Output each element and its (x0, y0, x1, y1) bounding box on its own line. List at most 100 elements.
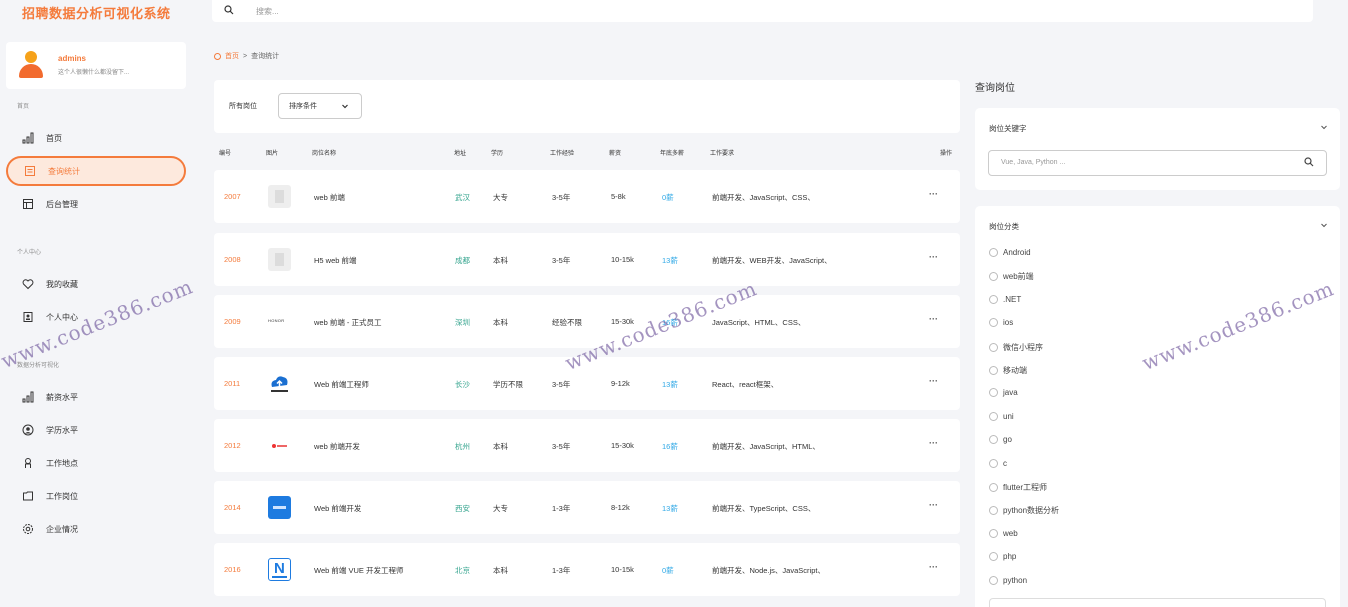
more-actions-button[interactable]: ··· (929, 500, 938, 510)
company-logo (268, 248, 291, 271)
bar-chart-icon (22, 391, 34, 403)
section-label-personal: 个人中心 (17, 250, 42, 256)
category-option[interactable]: Android (989, 248, 1031, 257)
row-address: 成都 (455, 256, 470, 265)
radio-button[interactable] (989, 411, 998, 421)
sidebar-item-admin[interactable]: 后台管理 (6, 189, 186, 219)
category-option[interactable]: web前端 (989, 271, 1034, 282)
sidebar-item-location[interactable]: 工作地点 (6, 448, 186, 478)
table-row[interactable]: 2014 Web 前端开发 西安 大专 1-3年 8-12k 13薪 前端开发、TypeScr… (214, 481, 960, 534)
more-actions-button[interactable]: ··· (929, 376, 938, 386)
sidebar-item-positions[interactable]: 工作岗位 (6, 481, 186, 511)
search-input[interactable]: 搜索... (256, 6, 279, 17)
category-option[interactable]: go (989, 435, 1012, 445)
row-address: 北京 (455, 566, 470, 575)
breadcrumb-home[interactable]: 首页 (225, 51, 239, 61)
row-education: 大专 (493, 504, 508, 513)
row-id: 2016 (224, 565, 241, 574)
row-education: 学历不限 (493, 380, 523, 389)
right-panel-title: 查询岗位 (975, 83, 1015, 94)
row-education: 本科 (493, 442, 508, 451)
search-icon[interactable] (224, 5, 234, 17)
category-option[interactable]: 移动端 (989, 365, 1027, 376)
chevron-down-icon[interactable] (1320, 221, 1328, 231)
sidebar-item-salary[interactable]: 薪资水平 (6, 382, 186, 412)
bar-chart-icon (22, 132, 34, 144)
more-actions-button[interactable]: ··· (929, 189, 938, 199)
sort-dropdown[interactable]: 排序条件 (278, 93, 362, 119)
radio-button[interactable] (989, 528, 998, 538)
row-bonus: 13薪 (662, 256, 678, 265)
category-option[interactable]: .NET (989, 294, 1021, 304)
category-option[interactable]: python (989, 575, 1027, 585)
table-row[interactable]: 2007 web 前端 武汉 大专 3-5年 5-8k 0薪 前端开发、JavaScript、… (214, 170, 960, 223)
category-option[interactable]: java (989, 388, 1018, 398)
category-option[interactable]: uni (989, 411, 1014, 421)
sidebar-item-home[interactable]: 首页 (6, 123, 186, 153)
col-header-experience: 工作经验 (550, 151, 575, 157)
col-header-actions: 操作 (940, 151, 953, 157)
table-row[interactable]: 2012 web 前端开发 杭州 本科 3-5年 15-30k 16薪 前端开发、JavaSc… (214, 419, 960, 472)
category-option[interactable]: 微信小程序 (989, 342, 1043, 353)
category-card: 岗位分类 Android web前端 .NET ios 微信小程序移动端 java uni g… (975, 206, 1340, 607)
category-option[interactable]: flutter工程师 (989, 482, 1047, 493)
row-salary: 8-12k (611, 503, 630, 512)
category-option[interactable]: python数据分析 (989, 505, 1059, 516)
more-actions-button[interactable]: ··· (929, 562, 938, 572)
category-label: c (1003, 458, 1007, 468)
radio-button[interactable] (989, 483, 998, 492)
more-actions-button[interactable]: ··· (929, 438, 938, 448)
app-logo-title[interactable]: 招聘数据分析可视化系统 (22, 3, 171, 22)
user-card[interactable]: admins 这个人很懒什么都没留下... (6, 42, 186, 89)
keyword-title[interactable]: 岗位关键字 (989, 123, 1027, 134)
radio-button[interactable] (989, 552, 998, 562)
radio-button[interactable] (989, 435, 998, 445)
sidebar-item-profile[interactable]: 个人中心 (6, 302, 186, 332)
table-row[interactable]: 2011 Web 前端工程师 长沙 学历不限 3-5年 9-12k 13薪 React、rea… (214, 357, 960, 410)
radio-button[interactable] (989, 575, 998, 585)
radio-button[interactable] (989, 506, 998, 516)
more-actions-button[interactable]: ··· (929, 252, 938, 262)
category-title[interactable]: 岗位分类 (989, 221, 1019, 232)
row-id: 2007 (224, 192, 241, 201)
category-option[interactable]: php (989, 552, 1016, 562)
chevron-down-icon (341, 102, 349, 112)
radio-button[interactable] (989, 342, 998, 352)
radio-button[interactable] (989, 248, 998, 257)
row-title: Web 前端开发 (314, 504, 362, 513)
chevron-down-icon[interactable] (1320, 123, 1328, 133)
all-positions-label[interactable]: 所有岗位 (229, 101, 257, 111)
section-label-home: 首页 (17, 104, 30, 110)
category-option[interactable]: web (989, 528, 1018, 538)
radio-button[interactable] (989, 318, 998, 328)
row-address: 深圳 (455, 318, 470, 327)
location-icon (22, 457, 34, 469)
sidebar-item-favorites[interactable]: 我的收藏 (6, 269, 186, 299)
radio-button[interactable] (989, 366, 998, 375)
row-requirements: React、react框架、 (712, 380, 779, 389)
col-header-requirements: 工作要求 (710, 151, 735, 157)
table-row[interactable]: 2009 web 前端 - 正式员工 深圳 本科 经验不限 15-30k 16薪 JavaSc… (214, 295, 960, 348)
sidebar-item-label: 学历水平 (46, 425, 78, 435)
sidebar-item-company[interactable]: 企业情况 (6, 514, 186, 544)
radio-button[interactable] (989, 458, 998, 468)
row-requirements: 前端开发、JavaScript、CSS、 (712, 193, 815, 202)
query-button[interactable] (989, 598, 1326, 607)
sidebar-item-label: 薪资水平 (46, 392, 78, 402)
category-option[interactable]: ios (989, 318, 1013, 328)
category-option[interactable]: c (989, 458, 1007, 468)
sidebar-item-education[interactable]: 学历水平 (6, 415, 186, 445)
radio-button[interactable] (989, 388, 998, 398)
more-actions-button[interactable]: ··· (929, 314, 938, 324)
top-search-bar[interactable]: 搜索... (212, 0, 1313, 22)
keyword-search-input[interactable]: Vue, Java, Python ... (988, 150, 1327, 176)
radio-button[interactable] (989, 272, 998, 282)
radio-button[interactable] (989, 294, 998, 304)
category-label: 移动端 (1003, 366, 1027, 375)
table-row[interactable]: 2008 H5 web 前端 成都 本科 3-5年 10-15k 13薪 前端开发、WEB开发… (214, 233, 960, 286)
category-label: Android (1003, 248, 1031, 257)
table-header: 编号 图片 岗位名称 地址 学历 工作经验 薪资 年底多薪 工作要求 操作 (214, 148, 960, 158)
table-row[interactable]: 2016 Web 前端 VUE 开发工程师 北京 本科 1-3年 10-15k 0薪 前端开发… (214, 543, 960, 596)
search-icon[interactable] (1304, 157, 1314, 169)
sidebar-item-query-stats[interactable]: 查询统计 (6, 156, 186, 186)
